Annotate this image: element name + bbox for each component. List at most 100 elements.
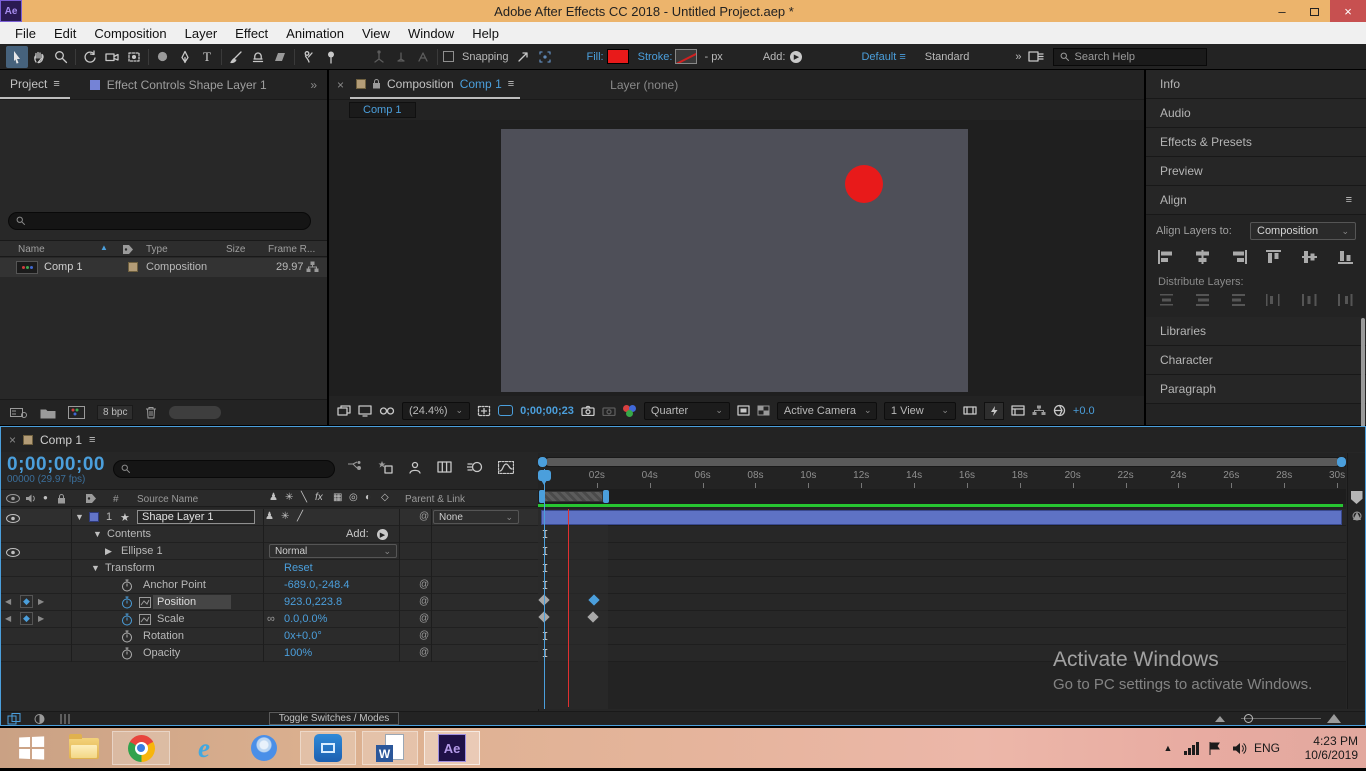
contents-label[interactable]: Contents (107, 528, 151, 540)
taskbar-word[interactable]: W (362, 731, 418, 765)
rotation-label[interactable]: Rotation (143, 630, 184, 642)
frame-blending-icon[interactable] (437, 461, 452, 473)
project-item-comp1[interactable]: Comp 1 Composition 29.97 (0, 258, 327, 277)
toggle-switches-modes-button[interactable]: Toggle Switches / Modes (269, 712, 399, 725)
close-tab-icon[interactable]: × (9, 433, 16, 447)
work-area-bar[interactable] (543, 491, 603, 502)
viewer-timecode[interactable]: 0;00;00;23 (520, 405, 574, 417)
contents-row[interactable]: ▼ Contents Add: ▶ (1, 526, 538, 543)
menu-item-help[interactable]: Help (463, 26, 508, 41)
subtab-comp1[interactable]: Comp 1 (349, 102, 416, 118)
column-size[interactable]: Size (226, 244, 245, 255)
timeline-zoom-slider[interactable] (1241, 718, 1321, 719)
transform-row[interactable]: ▼ Transform Reset (1, 560, 538, 577)
next-keyframe-icon[interactable]: ▶ (38, 597, 44, 606)
expand-layer-icon[interactable]: ▼ (75, 512, 84, 522)
timeline-button-icon[interactable] (1011, 405, 1025, 416)
workspace-menu-icon[interactable]: ≡ (899, 51, 905, 63)
label-color-swatch[interactable] (128, 262, 138, 272)
expand-in-out-icon[interactable] (59, 713, 71, 725)
local-axis-mode-icon[interactable] (368, 46, 390, 68)
timeline-search-field[interactable] (113, 460, 335, 478)
property-pickwhip-icon[interactable]: @ (419, 613, 429, 624)
channels-icon[interactable] (623, 405, 637, 417)
time-navigator[interactable] (538, 457, 1346, 467)
stopwatch-icon-active[interactable] (121, 613, 133, 626)
label-column-icon[interactable] (85, 493, 97, 504)
menu-item-composition[interactable]: Composition (85, 26, 175, 41)
ellipse-label[interactable]: Ellipse 1 (121, 545, 163, 557)
parent-link-column[interactable]: Parent & Link (405, 494, 465, 505)
tab-effect-controls[interactable]: Effect Controls Shape Layer 1 (90, 78, 267, 92)
label-color-column-icon[interactable] (122, 244, 134, 255)
add-shape-property-icon[interactable]: ▶ (377, 529, 388, 540)
tray-network-icon[interactable] (1184, 728, 1199, 768)
pen-tool-icon[interactable] (174, 46, 196, 68)
snapping-checkbox[interactable] (443, 51, 454, 62)
property-pickwhip-icon[interactable]: @ (419, 596, 429, 607)
rotation-row[interactable]: Rotation 0x+0.0° @ (1, 628, 538, 645)
shape-tool-icon[interactable] (152, 46, 174, 68)
stopwatch-icon[interactable] (121, 647, 133, 660)
align-to-select[interactable]: Composition ⌄ (1250, 222, 1356, 240)
transform-label[interactable]: Transform (105, 562, 155, 574)
opacity-value[interactable]: 100% (284, 647, 312, 659)
eye-icon[interactable] (6, 514, 20, 523)
eye-icon[interactable] (6, 548, 20, 557)
taskbar-after-effects[interactable]: Ae (424, 731, 480, 765)
hand-tool-icon[interactable] (28, 46, 50, 68)
align-bottom-icon[interactable] (1337, 250, 1354, 264)
property-pickwhip-icon[interactable]: @ (419, 579, 429, 590)
interpret-footage-icon[interactable] (10, 406, 28, 419)
timeline-zoom-knob[interactable] (1244, 714, 1253, 723)
motion-blur-icon[interactable] (467, 461, 483, 473)
align-top-icon[interactable] (1265, 250, 1282, 264)
camera-select[interactable]: Active Camera⌄ (777, 402, 877, 420)
source-name-column[interactable]: Source Name (137, 494, 198, 505)
scale-value[interactable]: 0.0,0.0% (284, 613, 327, 625)
align-horizontal-center-icon[interactable] (1194, 250, 1211, 264)
menu-item-view[interactable]: View (353, 26, 399, 41)
snap-angle-icon[interactable] (512, 46, 534, 68)
snap-box-icon[interactable] (534, 46, 556, 68)
parent-select[interactable]: None⌄ (433, 510, 519, 524)
taskbar-chromium[interactable] (238, 731, 290, 765)
add-keyframe-icon[interactable]: ◆ (20, 612, 33, 625)
stopwatch-icon[interactable] (121, 579, 133, 592)
roto-brush-tool-icon[interactable] (298, 46, 320, 68)
resolution-select[interactable]: Quarter⌄ (644, 402, 730, 420)
add-keyframe-icon[interactable]: ◆ (20, 595, 33, 608)
magnification-select[interactable]: (24.4%)⌄ (402, 402, 470, 420)
composition-mini-flowchart-icon[interactable] (347, 461, 363, 474)
previous-keyframe-icon[interactable]: ◀ (5, 597, 11, 606)
opacity-label[interactable]: Opacity (143, 647, 180, 659)
property-pickwhip-icon[interactable]: @ (419, 647, 429, 658)
position-value[interactable]: 923.0,223.8 (284, 596, 342, 608)
current-timecode[interactable]: 0;00;00;00 (7, 455, 105, 474)
anchor-point-label[interactable]: Anchor Point (143, 579, 206, 591)
menu-item-layer[interactable]: Layer (176, 26, 227, 41)
align-right-icon[interactable] (1230, 250, 1247, 264)
scale-row[interactable]: ◀ ◆ ▶ Scale ∞ 0.0,0.0% @ (1, 611, 538, 628)
region-of-interest-icon[interactable] (498, 405, 513, 416)
lock-icon[interactable] (372, 78, 381, 89)
zoom-in-icon[interactable] (1327, 714, 1341, 723)
tab-layer[interactable]: Layer (none) (610, 78, 678, 92)
taskbar-media-app[interactable] (300, 731, 356, 765)
scale-label[interactable]: Scale (157, 613, 185, 625)
audio-column-icon[interactable] (25, 493, 36, 504)
workspace-overflow[interactable]: » (1015, 51, 1021, 63)
exposure-value[interactable]: +0.0 (1073, 405, 1095, 417)
draft-3d-icon[interactable] (378, 460, 393, 474)
clone-stamp-tool-icon[interactable] (247, 46, 269, 68)
frame-blend-switch-icon[interactable]: ▦ (333, 492, 342, 503)
view-layout-icon[interactable] (337, 405, 351, 417)
stopwatch-icon-active[interactable] (121, 596, 133, 609)
expand-transfer-controls-icon[interactable] (33, 713, 46, 725)
mask-visibility-icon[interactable] (379, 405, 395, 417)
stroke-width-value[interactable]: - px (704, 51, 722, 63)
project-search-field[interactable] (8, 212, 311, 230)
tab-project[interactable]: Project ≡ (0, 70, 70, 99)
taskbar-internet-explorer[interactable]: e (180, 731, 228, 765)
anchor-point-value[interactable]: -689.0,-248.4 (284, 579, 349, 591)
